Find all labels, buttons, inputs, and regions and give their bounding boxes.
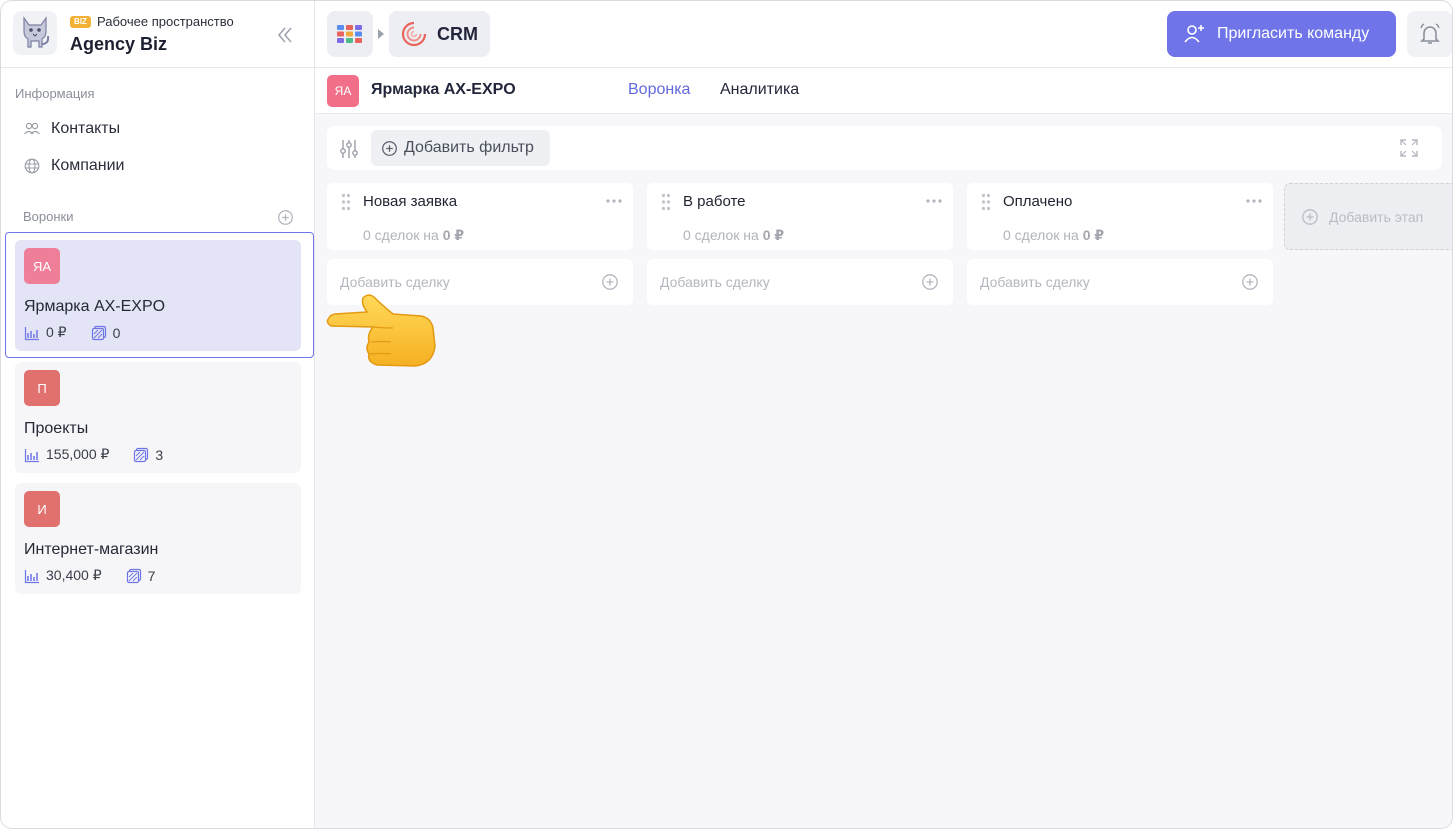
sidebar-item-contacts[interactable]: Контакты xyxy=(23,116,120,142)
stage-amount: 0 ₽ xyxy=(442,227,465,243)
stage-count-text: 0 сделок на xyxy=(363,227,439,243)
top-bar: CRM Пригласить команду xyxy=(315,1,1452,68)
plus-circle-icon xyxy=(1242,274,1258,290)
funnel-stats: 155,000 ₽ 3 xyxy=(24,446,163,463)
deals-icon xyxy=(126,568,141,583)
bar-chart-icon xyxy=(24,569,39,583)
funnel-amount: 155,000 ₽ xyxy=(46,446,110,462)
stage-card-new-request[interactable]: Новая заявка 0 сделок на 0 ₽ xyxy=(327,183,633,250)
add-funnel-icon[interactable] xyxy=(277,209,294,226)
stage-name: В работе xyxy=(683,193,746,210)
crm-app-button[interactable]: CRM xyxy=(389,11,490,57)
add-stage-label: Добавить этап xyxy=(1329,208,1424,225)
stage-summary: 0 сделок на 0 ₽ xyxy=(683,227,784,244)
workspace-name: Agency Biz xyxy=(70,34,168,54)
funnel-amount: 30,400 ₽ xyxy=(46,567,102,583)
stage-name: Новая заявка xyxy=(363,193,458,210)
tab-analytics[interactable]: Аналитика xyxy=(720,81,799,99)
funnel-deals-count: 3 xyxy=(155,446,164,463)
sidebar-item-companies[interactable]: Компании xyxy=(23,153,125,179)
add-filter-label: Добавить фильтр xyxy=(404,139,534,156)
stage-card-paid[interactable]: Оплачено 0 сделок на 0 ₽ xyxy=(967,183,1273,250)
biz-badge: BIZ xyxy=(70,16,91,28)
sidebar: BIZ Рабочее пространство Agency Biz Инфо… xyxy=(1,1,315,828)
add-deal-label: Добавить сделку xyxy=(340,274,450,290)
invite-team-label: Пригласить команду xyxy=(1217,25,1370,42)
stage-count-text: 0 сделок на xyxy=(683,227,759,243)
funnel-avatar: П xyxy=(24,370,60,406)
workspace-header[interactable]: BIZ Рабочее пространство Agency Biz xyxy=(1,1,315,68)
deals-icon xyxy=(134,447,149,462)
active-funnel-outline xyxy=(5,232,314,358)
stage-card-in-progress[interactable]: В работе 0 сделок на 0 ₽ xyxy=(647,183,953,250)
pointing-hand-icon xyxy=(326,294,436,367)
plus-circle-icon xyxy=(382,140,397,156)
tab-funnel[interactable]: Воронка xyxy=(628,81,690,99)
stage-summary: 0 сделок на 0 ₽ xyxy=(363,227,464,244)
sidebar-item-label: Контакты xyxy=(51,120,121,137)
more-options-icon[interactable] xyxy=(1245,198,1263,204)
drag-handle-icon[interactable] xyxy=(981,193,991,211)
funnel-name: Проекты xyxy=(24,420,89,437)
funnel-header-avatar: ЯА xyxy=(327,75,359,107)
plus-circle-icon xyxy=(1302,208,1318,225)
add-stage-button[interactable]: Добавить этап xyxy=(1284,183,1452,250)
more-options-icon[interactable] xyxy=(925,198,943,204)
funnels-section-label: Воронки xyxy=(23,209,74,224)
funnel-deals-count: 7 xyxy=(147,567,156,584)
expand-icon[interactable] xyxy=(1399,138,1419,158)
filter-settings-icon[interactable] xyxy=(338,138,360,160)
add-deal-button[interactable]: Добавить сделку xyxy=(967,259,1273,305)
breadcrumb-arrow-icon xyxy=(378,29,384,39)
app-window: BIZ Рабочее пространство Agency Biz Инфо… xyxy=(0,0,1453,829)
funnel-avatar: И xyxy=(24,491,60,527)
funnel-card-online-store[interactable]: И Интернет-магазин 30,400 ₽ 7 xyxy=(15,483,301,594)
plus-circle-icon xyxy=(602,274,618,290)
contacts-icon xyxy=(24,122,40,135)
more-options-icon[interactable] xyxy=(605,198,623,204)
stage-amount: 0 ₽ xyxy=(1082,227,1105,243)
workspace-avatar xyxy=(13,11,57,55)
stage-name: Оплачено xyxy=(1003,193,1073,210)
crm-logo-icon xyxy=(401,21,427,47)
notifications-button[interactable] xyxy=(1407,11,1452,57)
add-user-icon xyxy=(1184,25,1204,43)
funnel-card-projects[interactable]: П Проекты 155,000 ₽ 3 xyxy=(15,362,301,473)
stage-count-text: 0 сделок на xyxy=(1003,227,1079,243)
plus-circle-icon xyxy=(922,274,938,290)
drag-handle-icon[interactable] xyxy=(661,193,671,211)
info-section-label: Информация xyxy=(15,86,95,101)
drag-handle-icon[interactable] xyxy=(341,193,351,211)
funnel-stats: 30,400 ₽ 7 xyxy=(24,567,155,584)
funnel-header: ЯА Ярмарка AX-EXPO Воронка Аналитика xyxy=(315,68,1452,114)
bar-chart-icon xyxy=(24,448,39,462)
bell-icon xyxy=(1420,23,1440,44)
apps-menu-button[interactable] xyxy=(327,11,373,57)
kanban-board: Добавить фильтр Новая заявка 0 сделок на… xyxy=(315,114,1452,828)
add-filter-button[interactable]: Добавить фильтр xyxy=(371,130,550,166)
add-deal-label: Добавить сделку xyxy=(660,274,770,290)
globe-icon xyxy=(24,158,40,174)
stage-amount: 0 ₽ xyxy=(762,227,785,243)
crm-app-label: CRM xyxy=(437,23,478,44)
stage-summary: 0 сделок на 0 ₽ xyxy=(1003,227,1104,244)
funnel-header-title: Ярмарка AX-EXPO xyxy=(371,81,516,98)
cat-logo-icon xyxy=(23,16,50,48)
add-deal-button[interactable]: Добавить сделку xyxy=(647,259,953,305)
invite-team-button[interactable]: Пригласить команду xyxy=(1167,11,1396,57)
funnel-name: Интернет-магазин xyxy=(24,541,159,558)
collapse-sidebar-icon[interactable] xyxy=(273,23,297,47)
sidebar-item-label: Компании xyxy=(51,157,125,174)
workspace-caption: Рабочее пространство xyxy=(97,14,234,29)
add-deal-label: Добавить сделку xyxy=(980,274,1090,290)
apps-grid-icon xyxy=(337,25,362,43)
filter-bar: Добавить фильтр xyxy=(327,126,1442,170)
